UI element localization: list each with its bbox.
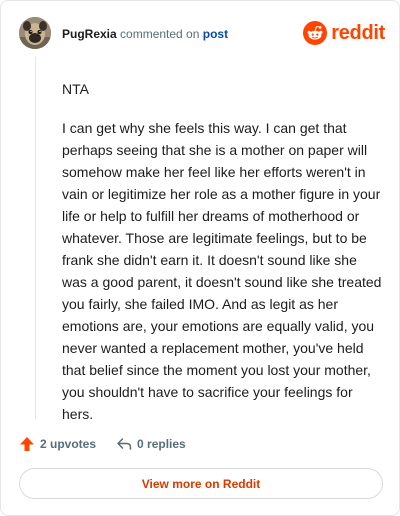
reply-arrow-icon[interactable] [116, 436, 132, 452]
embedded-comment-card: PugRexia commented on post reddit NTA I … [0, 0, 400, 516]
comment-paragraph: NTA [62, 81, 89, 97]
reddit-alien-icon [303, 21, 328, 45]
comment-paragraph: I can get why she feels this way. I can … [62, 120, 382, 422]
reddit-brand[interactable]: reddit [303, 19, 385, 47]
reddit-wordmark: reddit [331, 21, 385, 44]
action-text: commented on [120, 27, 200, 41]
reply-count: 0 replies [137, 437, 186, 451]
thread-line [35, 57, 36, 419]
comment-header: PugRexia commented on post reddit [19, 17, 385, 51]
pug-avatar-image [19, 17, 51, 49]
comment-footer: 2 upvotes 0 replies [19, 434, 186, 454]
view-more-button[interactable]: View more on Reddit [19, 468, 383, 499]
upvote-arrow-icon[interactable] [19, 436, 35, 452]
comment-body: NTA I can get why she feels this way. I … [62, 78, 382, 442]
user-avatar[interactable] [19, 17, 51, 49]
post-link[interactable]: post [203, 27, 228, 41]
upvote-count: 2 upvotes [40, 437, 97, 451]
comment-byline: PugRexia commented on post [62, 27, 228, 41]
username-link[interactable]: PugRexia [62, 27, 117, 41]
